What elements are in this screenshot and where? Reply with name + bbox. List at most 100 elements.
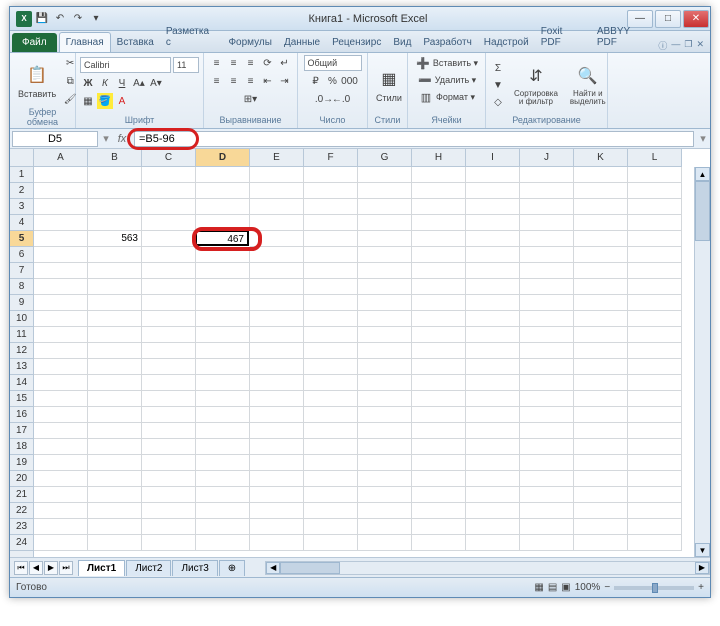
cell-J14[interactable] — [520, 375, 574, 391]
col-header-F[interactable]: F — [304, 149, 358, 166]
cell-C9[interactable] — [142, 295, 196, 311]
cell-F22[interactable] — [304, 503, 358, 519]
cell-L23[interactable] — [628, 519, 682, 535]
cell-K17[interactable] — [574, 423, 628, 439]
col-header-H[interactable]: H — [412, 149, 466, 166]
cell-H24[interactable] — [412, 535, 466, 551]
cell-L3[interactable] — [628, 199, 682, 215]
cell-B8[interactable] — [88, 279, 142, 295]
row-header-11[interactable]: 11 — [10, 327, 33, 343]
tab-formulas[interactable]: Формулы — [222, 33, 278, 52]
cell-J24[interactable] — [520, 535, 574, 551]
cell-E9[interactable] — [250, 295, 304, 311]
cell-B9[interactable] — [88, 295, 142, 311]
cell-J2[interactable] — [520, 183, 574, 199]
cell-F18[interactable] — [304, 439, 358, 455]
cell-K18[interactable] — [574, 439, 628, 455]
cell-H23[interactable] — [412, 519, 466, 535]
row-header-22[interactable]: 22 — [10, 503, 33, 519]
cell-B15[interactable] — [88, 391, 142, 407]
cell-A15[interactable] — [34, 391, 88, 407]
cell-H16[interactable] — [412, 407, 466, 423]
align-center-icon[interactable]: ≡ — [226, 73, 242, 89]
cell-G3[interactable] — [358, 199, 412, 215]
cell-D6[interactable] — [196, 247, 250, 263]
cell-A11[interactable] — [34, 327, 88, 343]
cell-A13[interactable] — [34, 359, 88, 375]
cell-J6[interactable] — [520, 247, 574, 263]
cell-G13[interactable] — [358, 359, 412, 375]
cell-F13[interactable] — [304, 359, 358, 375]
cell-E8[interactable] — [250, 279, 304, 295]
cell-E4[interactable] — [250, 215, 304, 231]
row-header-20[interactable]: 20 — [10, 471, 33, 487]
cell-C3[interactable] — [142, 199, 196, 215]
cell-B18[interactable] — [88, 439, 142, 455]
font-size-combo[interactable]: 11 — [173, 57, 199, 73]
name-box[interactable]: D5 — [12, 131, 98, 147]
cell-D18[interactable] — [196, 439, 250, 455]
cell-I8[interactable] — [466, 279, 520, 295]
horizontal-scrollbar[interactable]: ◀ ▶ — [265, 561, 710, 575]
align-right-icon[interactable]: ≡ — [243, 73, 259, 89]
fx-button[interactable]: fx — [112, 133, 132, 145]
cell-B14[interactable] — [88, 375, 142, 391]
cell-G24[interactable] — [358, 535, 412, 551]
cell-K14[interactable] — [574, 375, 628, 391]
cell-A2[interactable] — [34, 183, 88, 199]
help-icon[interactable]: ⓘ — [658, 39, 667, 52]
fill-color-icon[interactable]: 🪣 — [97, 93, 113, 109]
col-header-K[interactable]: K — [574, 149, 628, 166]
cell-A6[interactable] — [34, 247, 88, 263]
row-header-10[interactable]: 10 — [10, 311, 33, 327]
cell-H22[interactable] — [412, 503, 466, 519]
cell-L11[interactable] — [628, 327, 682, 343]
cell-J5[interactable] — [520, 231, 574, 247]
cell-C1[interactable] — [142, 167, 196, 183]
cell-H11[interactable] — [412, 327, 466, 343]
cell-L16[interactable] — [628, 407, 682, 423]
cell-E2[interactable] — [250, 183, 304, 199]
cell-L19[interactable] — [628, 455, 682, 471]
wb-close-icon[interactable]: ✕ — [696, 39, 704, 52]
cell-A12[interactable] — [34, 343, 88, 359]
cell-A3[interactable] — [34, 199, 88, 215]
cell-D22[interactable] — [196, 503, 250, 519]
col-header-E[interactable]: E — [250, 149, 304, 166]
row-header-6[interactable]: 6 — [10, 247, 33, 263]
paste-button[interactable]: 📋 Вставить — [14, 61, 60, 101]
cell-G14[interactable] — [358, 375, 412, 391]
undo-icon[interactable]: ↶ — [52, 11, 68, 27]
cell-H1[interactable] — [412, 167, 466, 183]
cell-L13[interactable] — [628, 359, 682, 375]
cell-K10[interactable] — [574, 311, 628, 327]
cell-G22[interactable] — [358, 503, 412, 519]
find-select-button[interactable]: 🔍 Найти и выделить — [566, 62, 610, 108]
styles-button[interactable]: ▦ Стили — [372, 65, 406, 105]
cell-D11[interactable] — [196, 327, 250, 343]
cell-C6[interactable] — [142, 247, 196, 263]
tab-pagelayout[interactable]: Разметка с — [160, 22, 223, 52]
file-tab[interactable]: Файл — [12, 33, 57, 52]
cell-K23[interactable] — [574, 519, 628, 535]
cell-E20[interactable] — [250, 471, 304, 487]
cell-E11[interactable] — [250, 327, 304, 343]
insert-cells-button[interactable]: ➕Вставить ▾ — [415, 55, 478, 71]
tab-addins[interactable]: Надстрой — [478, 33, 535, 52]
tab-foxit[interactable]: Foxit PDF — [535, 22, 591, 52]
cell-F1[interactable] — [304, 167, 358, 183]
cell-B12[interactable] — [88, 343, 142, 359]
cell-I2[interactable] — [466, 183, 520, 199]
cell-I17[interactable] — [466, 423, 520, 439]
cell-K20[interactable] — [574, 471, 628, 487]
sheet-next-icon[interactable]: ▶ — [44, 561, 58, 575]
cell-B22[interactable] — [88, 503, 142, 519]
clear-icon[interactable]: ◇ — [490, 94, 506, 110]
zoom-in-button[interactable]: + — [698, 582, 704, 593]
cell-G15[interactable] — [358, 391, 412, 407]
cell-A22[interactable] — [34, 503, 88, 519]
cell-I24[interactable] — [466, 535, 520, 551]
close-button[interactable]: ✕ — [683, 10, 709, 28]
row-header-7[interactable]: 7 — [10, 263, 33, 279]
formula-input[interactable]: =B5-96 — [134, 131, 694, 147]
